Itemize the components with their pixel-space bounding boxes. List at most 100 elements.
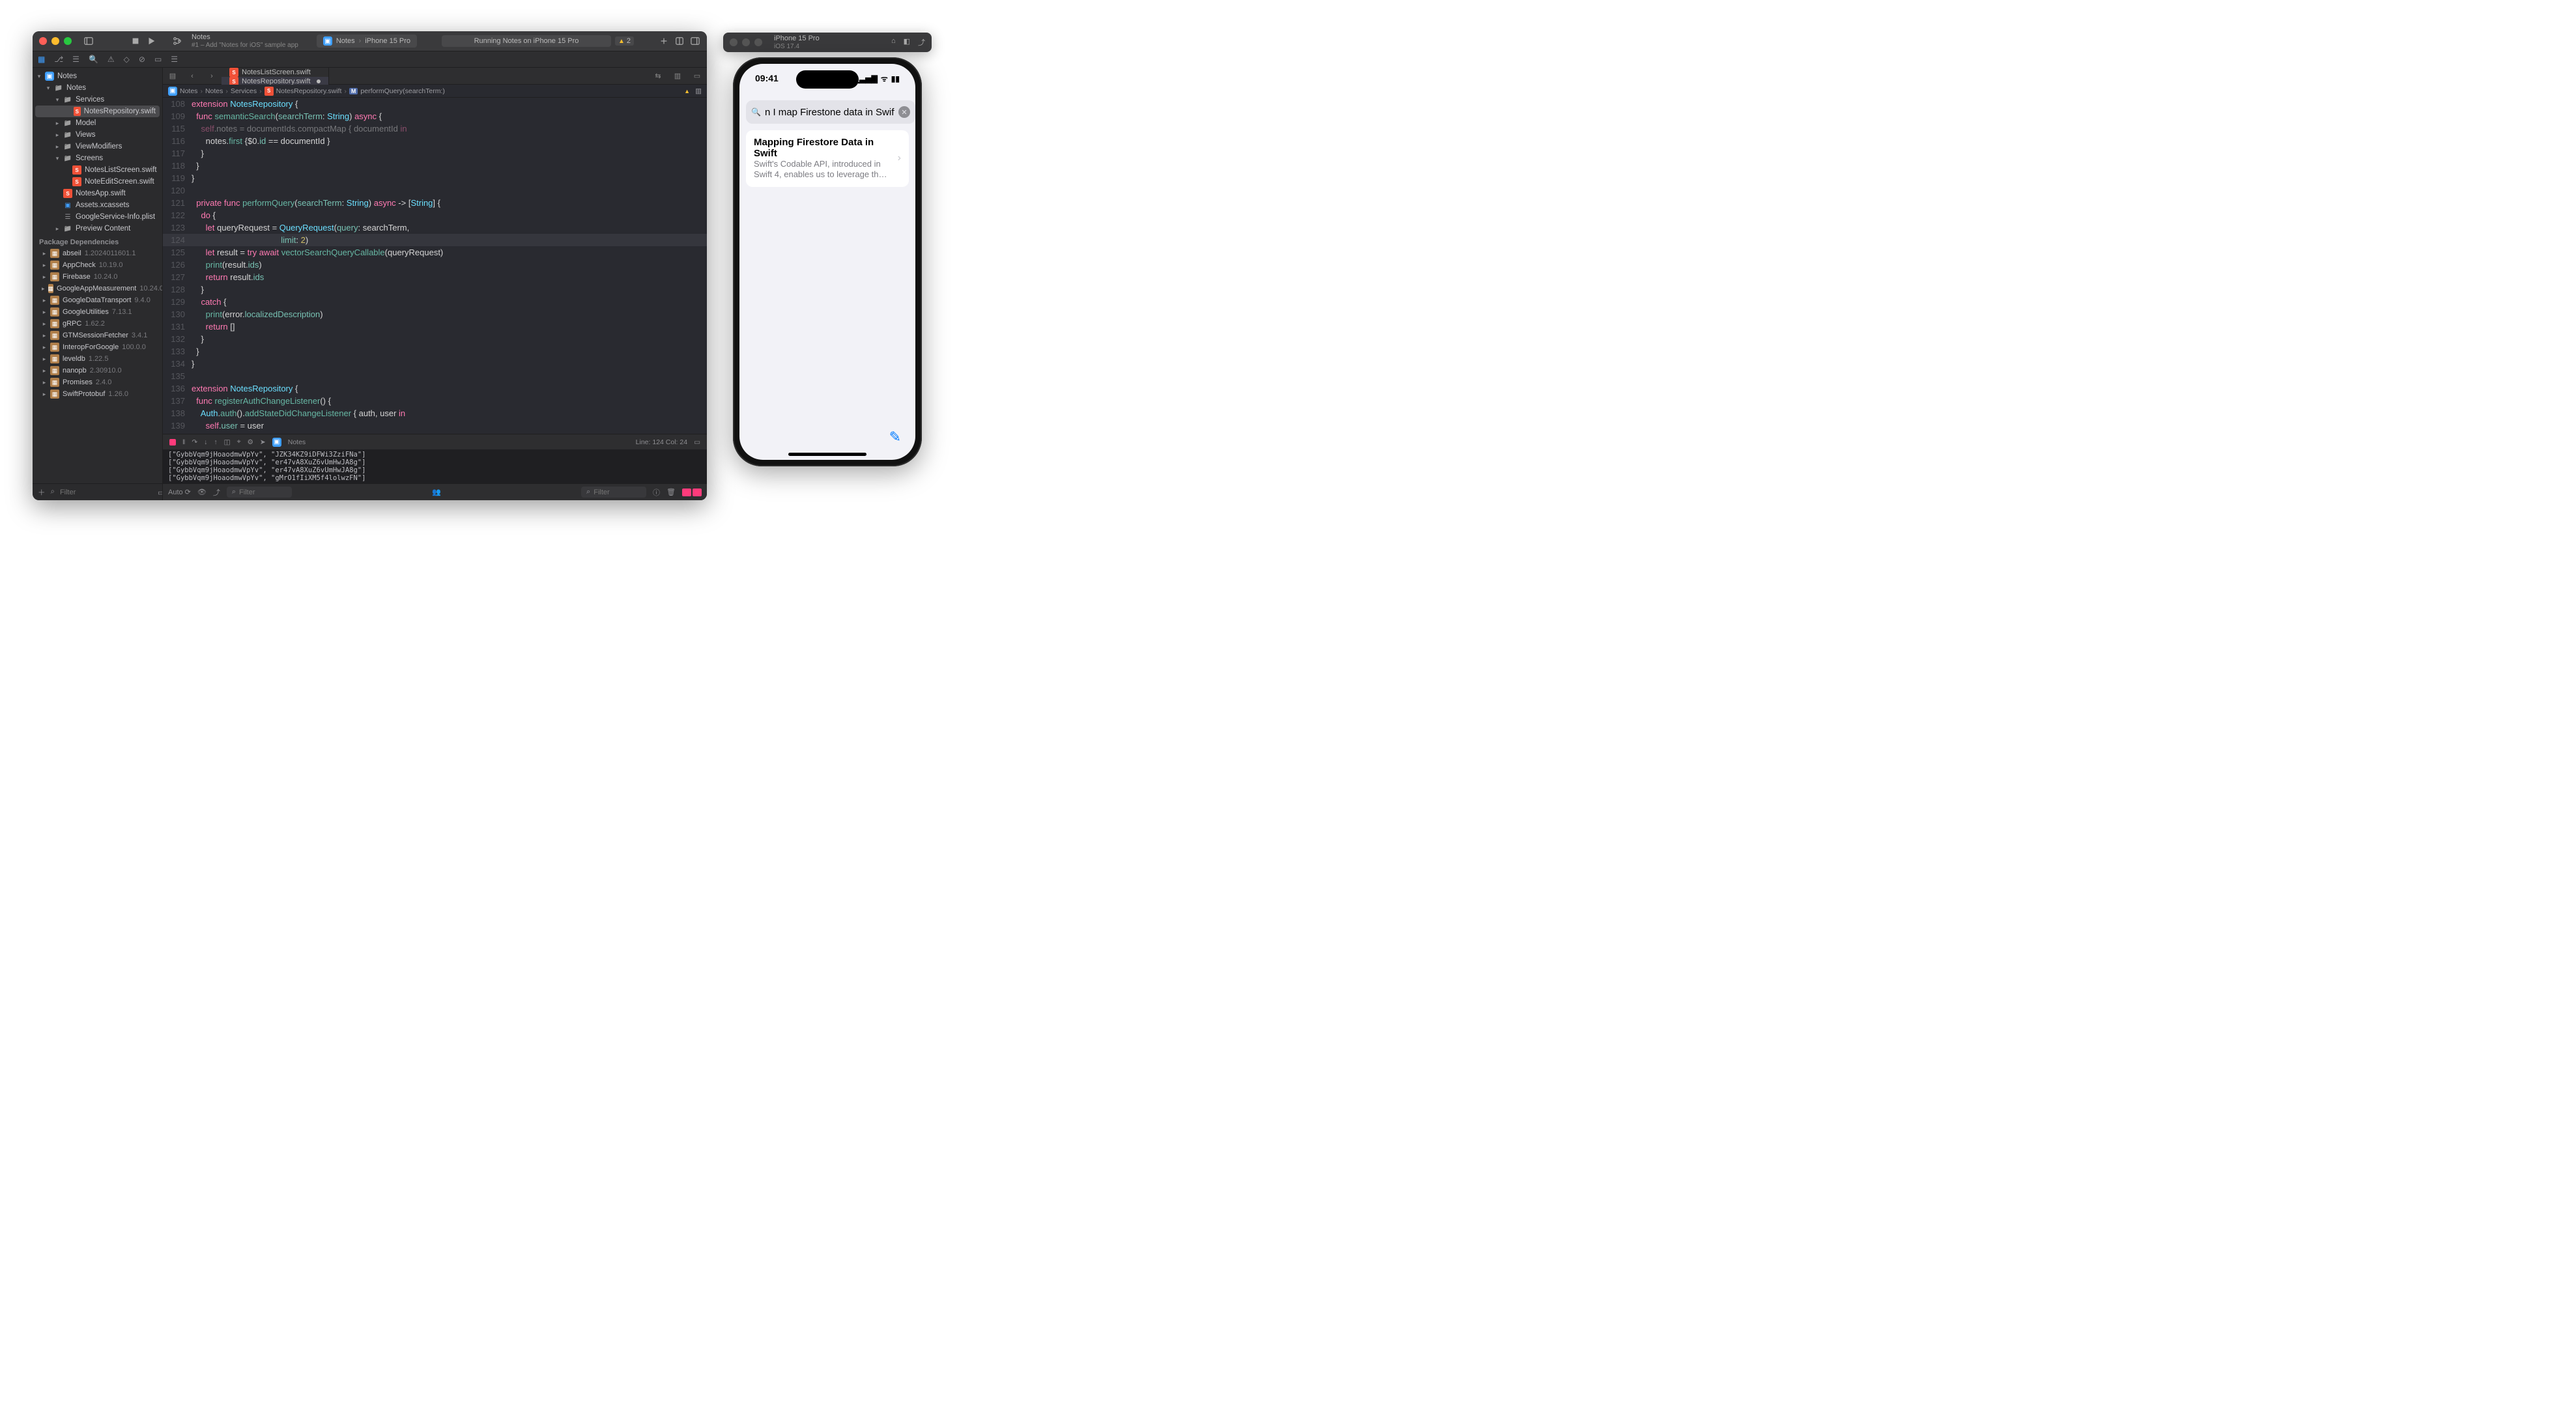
nav-item[interactable]: ☰GoogleService-Info.plist <box>33 211 162 223</box>
nav-item[interactable]: SNotesRepository.swift <box>35 106 160 117</box>
code-line[interactable]: 109 func semanticSearch(searchTerm: Stri… <box>163 110 707 122</box>
code-line[interactable]: 133 } <box>163 345 707 358</box>
breakpoints-toggle-icon[interactable] <box>169 439 176 446</box>
add-target-icon[interactable]: ＋ <box>38 487 46 498</box>
variables-filter[interactable]: ⌕ <box>227 487 292 498</box>
trash-icon[interactable]: 🗑 <box>666 488 676 496</box>
debug-console[interactable]: ["GybbVqm9jHoaodmwVpYv", "JZK34KZ9iDFWi3… <box>163 449 707 483</box>
step-over-icon[interactable]: ↷ <box>192 438 197 446</box>
related-items-icon[interactable]: ▤ <box>163 68 182 84</box>
auto-variables-label[interactable]: Auto ⟳ <box>168 488 191 496</box>
view-debug-icon[interactable]: ◫ <box>224 438 231 446</box>
clear-search-icon[interactable]: ✕ <box>898 106 910 118</box>
nav-item[interactable]: ▸📁Views <box>33 129 162 141</box>
code-line[interactable]: 120 <box>163 184 707 197</box>
package-dependency[interactable]: ▸▦nanopb 2.30910.0 <box>33 365 162 376</box>
code-line[interactable]: 132 } <box>163 333 707 345</box>
code-line[interactable]: 119} <box>163 172 707 184</box>
package-dependency[interactable]: ▸▦InteropForGoogle 100.0.0 <box>33 341 162 353</box>
nav-item[interactable]: ▸📁ViewModifiers <box>33 141 162 152</box>
home-icon[interactable]: ⌂ <box>891 37 896 48</box>
code-line[interactable]: 117 } <box>163 147 707 160</box>
zoom-window-icon[interactable] <box>64 37 72 45</box>
code-line[interactable]: 108extension NotesRepository { <box>163 98 707 110</box>
nav-forward-icon[interactable]: › <box>202 68 222 84</box>
jump-bar[interactable]: ▣ Notes› Notes› Services› S NotesReposit… <box>163 85 707 98</box>
step-into-icon[interactable]: ↓ <box>204 438 207 446</box>
scheme-branch-icon[interactable] <box>172 36 182 46</box>
sidebar-left-toggle-icon[interactable] <box>83 36 94 46</box>
warning-icon[interactable]: ▲ <box>684 88 690 94</box>
nav-item[interactable]: ▣Assets.xcassets <box>33 199 162 211</box>
memory-graph-icon[interactable]: ⌖ <box>237 438 241 446</box>
close-window-icon[interactable] <box>39 37 47 45</box>
zoom-window-icon[interactable] <box>754 38 762 46</box>
screenshot-icon[interactable]: ◧ <box>904 37 910 48</box>
code-line[interactable]: 130 print(error.localizedDescription) <box>163 308 707 320</box>
home-indicator[interactable] <box>788 453 866 456</box>
nav-back-icon[interactable]: ‹ <box>182 68 202 84</box>
code-line[interactable]: 123 let queryRequest = QueryRequest(quer… <box>163 221 707 234</box>
share-icon[interactable]: ⤴ <box>213 487 220 498</box>
code-line[interactable]: 115 self.notes = documentIds.compactMap … <box>163 122 707 135</box>
package-dependency[interactable]: ▸▦Promises 2.4.0 <box>33 376 162 388</box>
package-dependency[interactable]: ▸▦GTMSessionFetcher 3.4.1 <box>33 330 162 341</box>
package-dependency[interactable]: ▸▦GoogleDataTransport 9.4.0 <box>33 294 162 306</box>
minimize-window-icon[interactable] <box>51 37 59 45</box>
test-navigator-icon[interactable]: ◇ <box>124 55 130 64</box>
console-toggle-icon[interactable]: ▭ <box>694 438 700 446</box>
people-icon[interactable]: 👥 <box>432 488 441 496</box>
project-navigator-icon[interactable]: ▦ <box>38 55 45 64</box>
nav-item[interactable]: ▾📁Screens <box>33 152 162 164</box>
package-dependency[interactable]: ▸▦GoogleUtilities 7.13.1 <box>33 306 162 318</box>
code-line[interactable]: 135 <box>163 370 707 382</box>
report-navigator-icon[interactable]: ☰ <box>171 55 178 64</box>
issue-navigator-icon[interactable]: ⚠︎ <box>107 55 115 64</box>
share-icon[interactable]: ⤴ <box>918 37 925 48</box>
close-window-icon[interactable] <box>730 38 737 46</box>
package-dependency[interactable]: ▸▦gRPC 1.62.2 <box>33 318 162 330</box>
code-line[interactable]: 138 Auth.auth().addStateDidChangeListene… <box>163 407 707 419</box>
step-out-icon[interactable]: ↑ <box>214 438 217 446</box>
code-line[interactable]: 136extension NotesRepository { <box>163 382 707 395</box>
library-icon[interactable] <box>674 36 685 46</box>
nav-item[interactable]: ▾📁Services <box>33 94 162 106</box>
search-input[interactable] <box>765 107 894 118</box>
run-icon[interactable] <box>146 36 156 46</box>
panel-visibility-toggle[interactable] <box>682 489 702 496</box>
search-field[interactable]: 🔍 ✕ <box>746 100 915 124</box>
sidebar-right-toggle-icon[interactable] <box>690 36 700 46</box>
simulate-location-icon[interactable]: ➤ <box>260 438 266 446</box>
pause-icon[interactable]: ‖ <box>182 438 185 446</box>
code-line[interactable]: 125 let result = try await vectorSearchQ… <box>163 246 707 259</box>
warning-badge[interactable]: ▲ 2 <box>615 36 634 46</box>
search-result-item[interactable]: Mapping Firestore Data in Swift Swift's … <box>746 130 909 187</box>
minimize-window-icon[interactable] <box>742 38 750 46</box>
code-editor[interactable]: 108extension NotesRepository {109 func s… <box>163 98 707 434</box>
code-line[interactable]: 129 catch { <box>163 296 707 308</box>
nav-item[interactable]: SNotesListScreen.swift <box>33 164 162 176</box>
code-line[interactable]: 137 func registerAuthChangeListener() { <box>163 395 707 407</box>
code-line[interactable]: 128 } <box>163 283 707 296</box>
navigator-filter-input[interactable] <box>60 489 152 496</box>
code-line[interactable]: 122 do { <box>163 209 707 221</box>
package-dependency[interactable]: ▸▦abseil 1.2024011601.1 <box>33 248 162 259</box>
add-editor-icon[interactable]: ▥ <box>668 68 687 84</box>
add-tab-icon[interactable] <box>659 36 669 46</box>
stop-icon[interactable] <box>130 36 141 46</box>
editor-options-icon[interactable]: ▭ <box>687 68 707 84</box>
breakpoint-navigator-icon[interactable]: ▭ <box>154 55 162 64</box>
code-line[interactable]: 118 } <box>163 160 707 172</box>
nav-item[interactable]: ▸📁Preview Content <box>33 223 162 234</box>
code-line[interactable]: 131 return [] <box>163 320 707 333</box>
recent-filter-icon[interactable]: ▭ <box>158 488 163 497</box>
code-line[interactable]: 121 private func performQuery(searchTerm… <box>163 197 707 209</box>
package-dependency[interactable]: ▸▦leveldb 1.22.5 <box>33 353 162 365</box>
package-dependency[interactable]: ▸▦Firebase 10.24.0 <box>33 271 162 283</box>
package-dependency[interactable]: ▸▦GoogleAppMeasurement 10.24.0 <box>33 283 162 294</box>
code-line[interactable]: 134} <box>163 358 707 370</box>
code-line[interactable]: 127 return result.ids <box>163 271 707 283</box>
package-dependency[interactable]: ▸▦AppCheck 10.19.0 <box>33 259 162 271</box>
visibility-icon[interactable]: 👁 <box>197 488 207 496</box>
env-overrides-icon[interactable]: ⚙ <box>248 438 253 446</box>
